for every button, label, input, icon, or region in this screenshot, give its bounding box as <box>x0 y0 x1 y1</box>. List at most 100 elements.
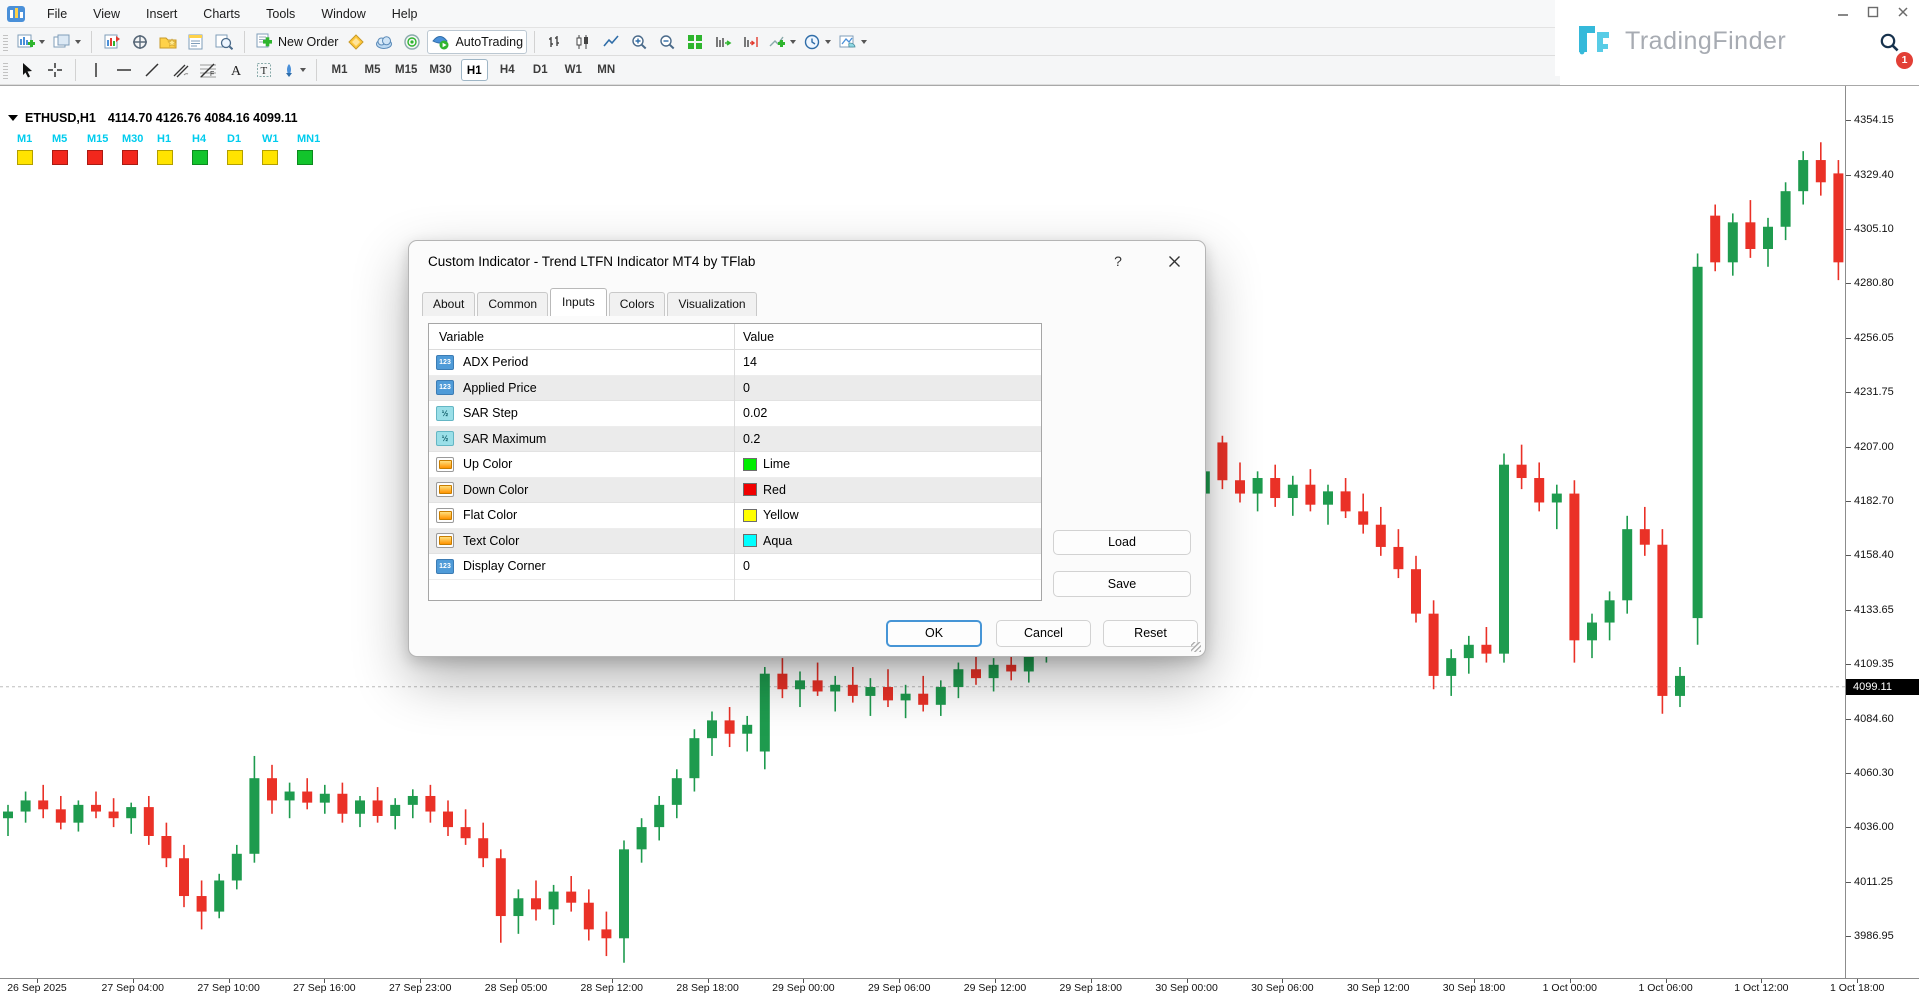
periods-button[interactable] <box>801 30 834 54</box>
input-row-adx-period[interactable]: 123ADX Period14 <box>429 350 1041 376</box>
menu-item-view[interactable]: View <box>80 0 133 28</box>
chart-line-button[interactable] <box>598 30 624 54</box>
load-button[interactable]: Load <box>1053 530 1191 555</box>
timeframe-h1[interactable]: H1 <box>461 59 488 81</box>
navigator-button[interactable] <box>155 30 181 54</box>
timeframe-h4[interactable]: H4 <box>494 59 521 81</box>
arrows-button[interactable] <box>279 58 309 82</box>
menu-item-help[interactable]: Help <box>379 0 431 28</box>
input-row-up-color[interactable]: Up ColorLime <box>429 452 1041 478</box>
new-order-button[interactable]: New Order <box>252 30 341 54</box>
time-axis-tick <box>324 979 325 983</box>
profiles-button[interactable] <box>50 30 84 54</box>
minimize-button[interactable] <box>1837 5 1849 17</box>
menu-item-charts[interactable]: Charts <box>190 0 253 28</box>
tab-colors[interactable]: Colors <box>609 292 666 316</box>
save-button[interactable]: Save <box>1053 571 1191 597</box>
mql5-community-button[interactable] <box>371 30 397 54</box>
zoom-out-button[interactable] <box>654 30 680 54</box>
time-axis-label: 30 Sep 12:00 <box>1347 982 1409 994</box>
timeframe-m15[interactable]: M15 <box>392 59 420 81</box>
symbol-dropdown-icon[interactable] <box>8 115 18 121</box>
price-axis-label: 4133.65 <box>1854 603 1894 617</box>
chart-bars-button[interactable] <box>542 30 568 54</box>
zoom-in-button[interactable] <box>626 30 652 54</box>
notification-badge[interactable]: 1 <box>1896 52 1913 69</box>
timeframe-w1[interactable]: W1 <box>560 59 587 81</box>
strategy-tester-button[interactable] <box>211 30 237 54</box>
param-value-text: 0.02 <box>743 406 767 420</box>
input-row-text-color[interactable]: Text ColorAqua <box>429 529 1041 555</box>
table-header: Variable Value <box>429 324 1041 350</box>
auto-scroll-button[interactable] <box>710 30 736 54</box>
color-param-icon <box>436 533 454 548</box>
menu-item-insert[interactable]: Insert <box>133 0 190 28</box>
toolbar-grip[interactable] <box>3 61 8 79</box>
price-axis[interactable]: 4354.154329.404305.104280.804256.054231.… <box>1845 86 1919 978</box>
ok-button[interactable]: OK <box>886 620 982 647</box>
input-row-sar-step[interactable]: ½SAR Step0.02 <box>429 401 1041 427</box>
close-button[interactable] <box>1897 5 1909 17</box>
reset-button[interactable]: Reset <box>1103 620 1198 647</box>
vertical-line-button[interactable] <box>83 58 109 82</box>
crosshair-button[interactable] <box>42 58 68 82</box>
close-icon[interactable] <box>1165 252 1183 270</box>
menu-item-window[interactable]: Window <box>308 0 378 28</box>
help-icon[interactable]: ? <box>1109 253 1127 269</box>
maximize-button[interactable] <box>1867 5 1879 17</box>
param-value[interactable]: 0 <box>743 381 750 395</box>
sounds-button[interactable] <box>399 30 425 54</box>
data-window-button[interactable] <box>127 30 153 54</box>
param-value[interactable]: Red <box>743 483 786 497</box>
autotrading-button[interactable]: AutoTrading <box>427 30 527 54</box>
input-row-down-color[interactable]: Down ColorRed <box>429 478 1041 504</box>
market-watch-button[interactable] <box>99 30 125 54</box>
chevron-down-icon <box>39 40 45 44</box>
text-button[interactable]: A <box>223 58 249 82</box>
param-label: Applied Price <box>463 381 537 395</box>
param-value-text: 0 <box>743 559 750 573</box>
chart-candles-button[interactable] <box>570 30 596 54</box>
tab-inputs[interactable]: Inputs <box>550 288 607 316</box>
input-row-display-corner[interactable]: 123Display Corner0 <box>429 554 1041 580</box>
horizontal-line-button[interactable] <box>111 58 137 82</box>
param-value[interactable]: 14 <box>743 355 757 369</box>
resize-grip[interactable] <box>1191 642 1201 652</box>
menu-item-tools[interactable]: Tools <box>253 0 308 28</box>
chart-shift-button[interactable] <box>738 30 764 54</box>
param-value[interactable]: 0 <box>743 559 750 573</box>
timeframe-m1[interactable]: M1 <box>326 59 353 81</box>
timeframe-m5[interactable]: M5 <box>359 59 386 81</box>
indicators-button[interactable] <box>766 30 799 54</box>
cancel-button[interactable]: Cancel <box>996 620 1091 647</box>
input-row-applied-price[interactable]: 123Applied Price0 <box>429 376 1041 402</box>
time-axis-tick <box>995 979 996 983</box>
param-value[interactable]: 0.2 <box>743 432 760 446</box>
timeframe-mn[interactable]: MN <box>593 59 620 81</box>
label-button[interactable]: T <box>251 58 277 82</box>
menu-item-file[interactable]: File <box>34 0 80 28</box>
time-axis[interactable]: 26 Sep 202527 Sep 04:0027 Sep 10:0027 Se… <box>0 978 1919 996</box>
tab-common[interactable]: Common <box>477 292 548 316</box>
timeframe-m30[interactable]: M30 <box>426 59 454 81</box>
param-value[interactable]: 0.02 <box>743 406 767 420</box>
param-value[interactable]: Yellow <box>743 508 799 522</box>
channel-button[interactable] <box>167 58 193 82</box>
terminal-button[interactable] <box>183 30 209 54</box>
input-row-flat-color[interactable]: Flat ColorYellow <box>429 503 1041 529</box>
param-value[interactable]: Lime <box>743 457 790 471</box>
new-chart-button[interactable] <box>14 30 48 54</box>
metaeditor-button[interactable] <box>343 30 369 54</box>
tab-about[interactable]: About <box>422 292 475 316</box>
toolbar-grip[interactable] <box>3 33 8 51</box>
fibonacci-button[interactable]: F <box>195 58 221 82</box>
trendline-button[interactable] <box>139 58 165 82</box>
cursor-button[interactable] <box>14 58 40 82</box>
templates-button[interactable] <box>836 30 870 54</box>
tab-visualization[interactable]: Visualization <box>667 292 756 316</box>
tile-windows-button[interactable] <box>682 30 708 54</box>
time-axis-tick <box>803 979 804 983</box>
param-value[interactable]: Aqua <box>743 534 792 548</box>
input-row-sar-maximum[interactable]: ½SAR Maximum0.2 <box>429 427 1041 453</box>
timeframe-d1[interactable]: D1 <box>527 59 554 81</box>
